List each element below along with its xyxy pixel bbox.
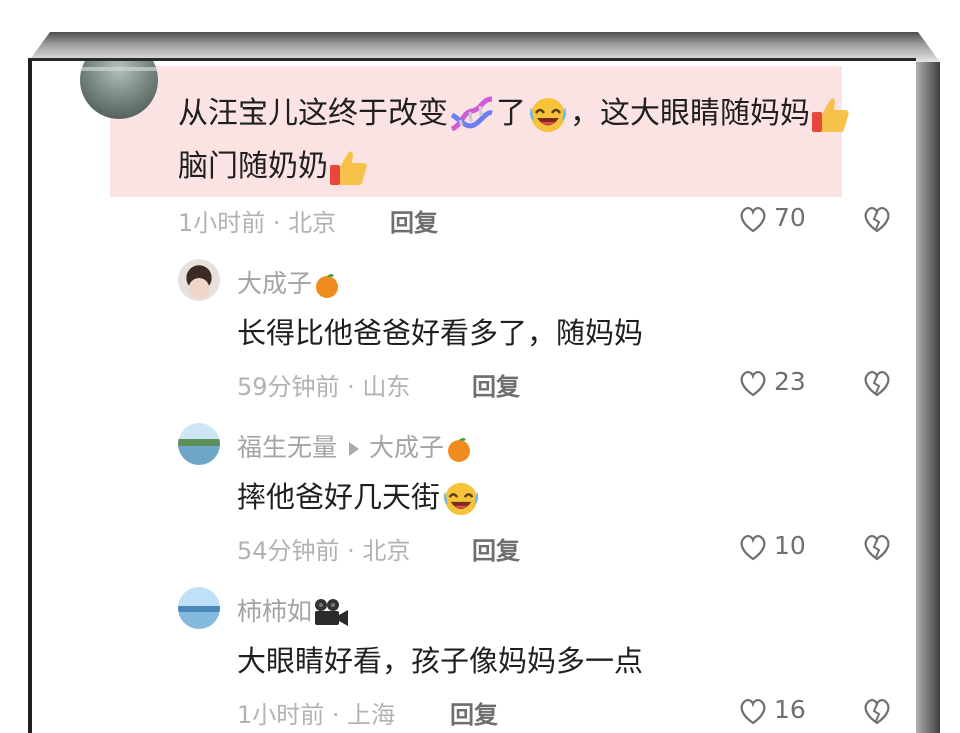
thumbs-up-emoji-icon — [812, 97, 849, 132]
heart-icon[interactable] — [738, 533, 768, 561]
reply-username[interactable]: 福生无量 大成子 — [237, 428, 474, 464]
reply-text: 摔他爸好几天街 — [237, 474, 482, 518]
thumbs-up-emoji-icon — [330, 150, 367, 185]
dislike-icon[interactable] — [862, 533, 892, 561]
like-count: 70 — [774, 203, 806, 232]
reply-username[interactable]: 大成子 — [237, 264, 342, 300]
reply-text: 大眼睛好看，孩子像妈妈多一点 — [237, 644, 644, 678]
avatar[interactable] — [178, 259, 220, 301]
reply-button[interactable]: 回复 — [390, 203, 438, 238]
avatar[interactable] — [178, 587, 220, 629]
reply-username[interactable]: 柿柿如 — [237, 592, 350, 629]
avatar[interactable] — [178, 423, 220, 465]
orange-emoji-icon — [316, 274, 339, 298]
like-count: 10 — [774, 531, 806, 560]
heart-icon[interactable] — [738, 697, 768, 725]
reply-button[interactable]: 回复 — [450, 695, 498, 730]
dislike-icon[interactable] — [862, 697, 892, 725]
like-count: 16 — [774, 695, 806, 724]
reply-button[interactable]: 回复 — [472, 367, 520, 402]
main-comment-line1: 从汪宝儿这终于改变 了 ，这大眼睛随妈妈 — [178, 88, 852, 140]
heart-icon[interactable] — [738, 369, 768, 397]
main-comment-line2: 脑门随奶奶 — [178, 141, 370, 193]
camera-emoji-icon — [315, 599, 349, 626]
dislike-icon[interactable] — [862, 205, 892, 233]
reply-button[interactable]: 回复 — [472, 531, 520, 566]
reply-arrow-icon — [349, 442, 360, 456]
like-count: 23 — [774, 367, 806, 396]
timestamp: 59分钟前 · 山东 — [237, 373, 411, 401]
dislike-icon[interactable] — [862, 369, 892, 397]
laughing-emoji-icon — [530, 97, 566, 132]
orange-emoji-icon — [448, 438, 471, 462]
timestamp: 1小时前 · 上海 — [237, 701, 396, 729]
comment-panel: 从汪宝儿这终于改变 了 ，这大眼睛随妈妈 脑门随奶奶 1小时前 · 北京 回复 — [28, 58, 916, 733]
heart-icon[interactable] — [738, 205, 768, 233]
dna-emoji-icon — [450, 96, 493, 131]
timestamp: 54分钟前 · 北京 — [237, 537, 411, 565]
timestamp: 1小时前 · 北京 — [178, 209, 337, 237]
frame-right-edge — [916, 62, 940, 733]
reply-text: 长得比他爸爸好看多了，随妈妈 — [237, 316, 644, 350]
laughing-emoji-icon — [443, 482, 479, 516]
